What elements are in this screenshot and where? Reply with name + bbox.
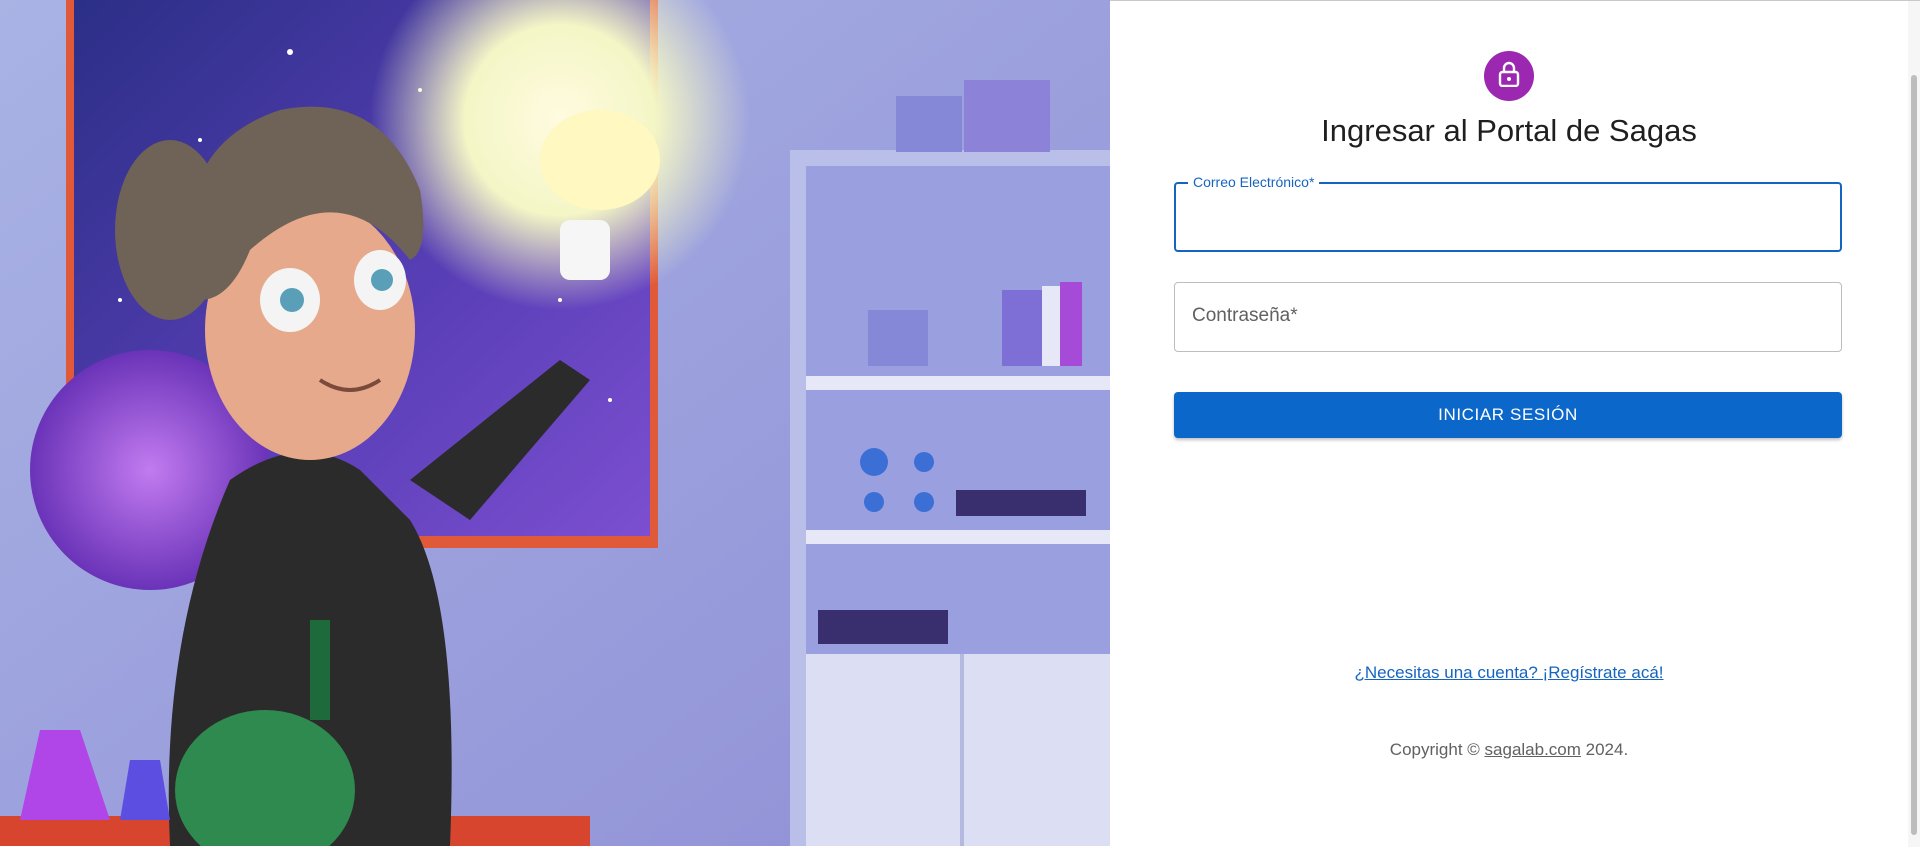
email-input[interactable] (1176, 184, 1840, 250)
login-panel: Ingresar al Portal de Sagas Correo Elect… (1110, 0, 1920, 847)
copyright: Copyright © sagalab.com 2024. (1389, 740, 1629, 759)
password-field[interactable]: Contraseña* (1174, 282, 1842, 352)
password-input[interactable] (1175, 283, 1841, 351)
hero-illustration (0, 0, 1110, 846)
email-field[interactable]: Correo Electrónico* (1174, 174, 1842, 252)
avatar (1484, 51, 1534, 101)
page-title: Ingresar al Portal de Sagas (1321, 113, 1697, 148)
site-link[interactable]: sagalab.com (1485, 740, 1581, 759)
register-link[interactable]: ¿Necesitas una cuenta? ¡Regístrate acá! (1110, 663, 1908, 683)
scrollbar[interactable] (1908, 1, 1920, 847)
scrollbar-thumb[interactable] (1911, 75, 1917, 835)
login-button[interactable]: INICIAR SESIÓN (1174, 392, 1842, 438)
lock-icon (1498, 61, 1520, 92)
